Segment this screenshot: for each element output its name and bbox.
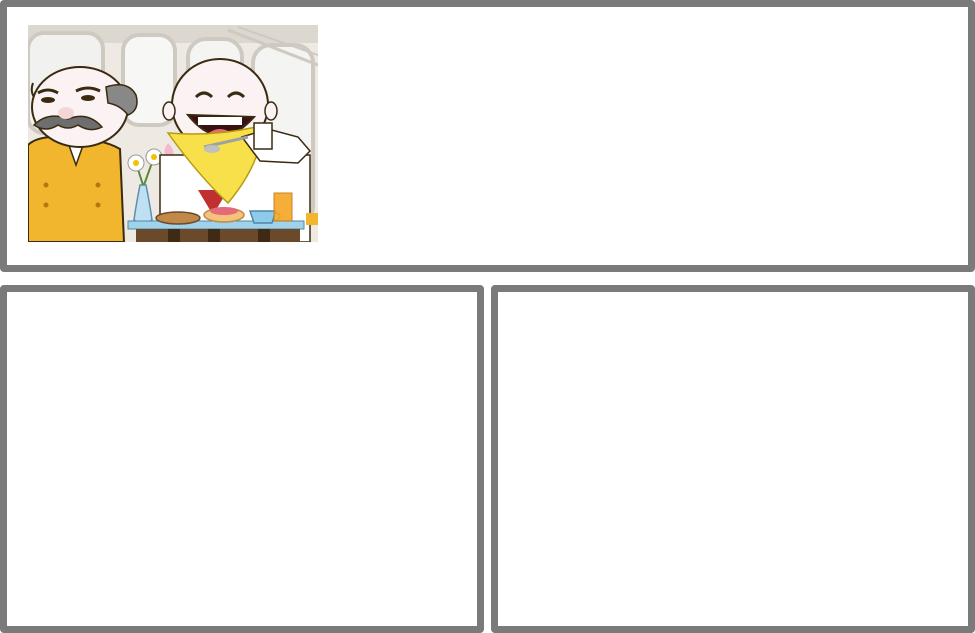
comic-panel-top	[0, 0, 975, 272]
comic-panel-bottom-right	[491, 285, 975, 633]
comic-panel-bottom-left	[0, 285, 484, 633]
cartoon-illustration	[28, 25, 318, 242]
old-man-character	[28, 66, 138, 242]
breakfast-scene-image	[28, 25, 318, 242]
